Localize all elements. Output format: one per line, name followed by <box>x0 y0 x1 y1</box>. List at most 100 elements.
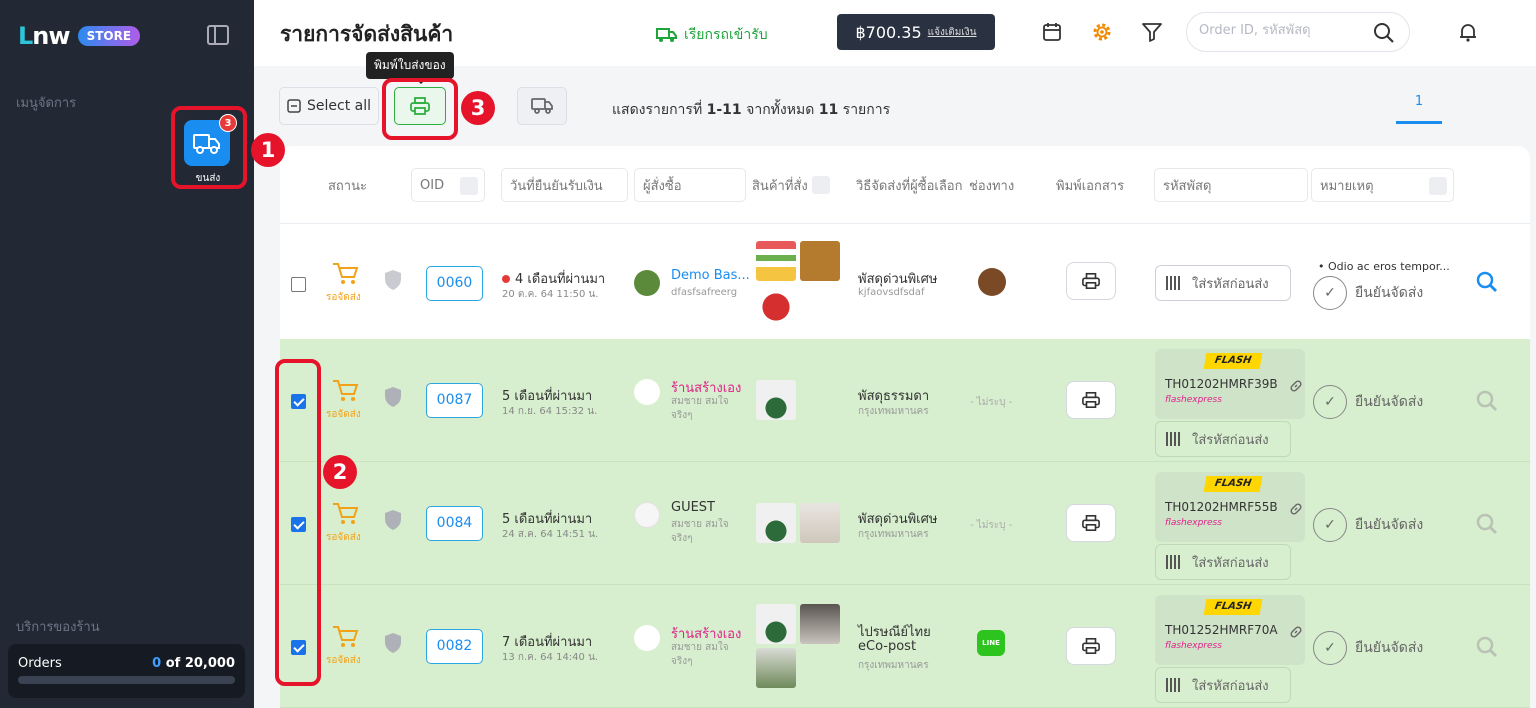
product-thumb[interactable] <box>756 380 796 420</box>
sort-icon <box>812 176 830 194</box>
select-all-label: Select all <box>307 98 371 114</box>
row-checkbox[interactable] <box>291 277 306 292</box>
enter-tracking-button[interactable]: ใส่รหัสก่อนส่ง <box>1155 667 1291 703</box>
col-buyer[interactable]: ผู้สั่งซื้อ <box>634 168 746 202</box>
order-id[interactable]: 0082 <box>426 629 483 664</box>
topup-link[interactable]: แจ้งเติมเงิน <box>928 25 977 40</box>
status-text: รอจัดส่ง <box>326 292 361 303</box>
enter-tracking-label: ใส่รหัสก่อนส่ง <box>1192 678 1269 694</box>
gear-icon[interactable] <box>1090 20 1114 44</box>
page-number[interactable]: 1 <box>1396 94 1442 109</box>
tracking-card: FLASH TH01252HMRF70A flashexpress <box>1155 595 1305 665</box>
print-tooltip: พิมพ์ใบส่งของ <box>366 52 454 84</box>
sort-icon <box>1429 177 1447 195</box>
highlight-checkboxes <box>275 359 321 686</box>
line-app-icon: LINE <box>977 630 1005 656</box>
confirm-shipment-button[interactable]: ✓ ยืนยันจัดส่ง <box>1313 276 1423 310</box>
order-id[interactable]: 0087 <box>426 383 483 418</box>
table-header: สถานะ OID วันที่ยืนยันรับเงิน ผู้สั่งซื้… <box>280 146 1530 224</box>
status-text: รอจัดส่ง <box>326 532 361 543</box>
buyer-sub: สมชาย สมใจจริงๆ <box>671 519 729 544</box>
logo-store-badge: STORE <box>77 26 141 46</box>
request-pickup-button[interactable]: เรียกรถเข้ารับ <box>656 24 768 46</box>
showing-mid: จากทั้งหมด <box>746 102 815 118</box>
magnifier-icon[interactable] <box>1475 635 1499 659</box>
bell-icon[interactable] <box>1456 20 1480 44</box>
confirm-shipment-button[interactable]: ✓ ยืนยันจัดส่ง <box>1313 385 1423 419</box>
balance-amount: ฿700.35 <box>855 22 922 42</box>
print-document-button[interactable] <box>1066 504 1116 542</box>
panel-toggle-icon[interactable] <box>207 25 229 45</box>
cart-icon <box>333 503 359 524</box>
table-row[interactable]: รอจัดส่ง 0087 5 เดือนที่ผ่านมา 14 ก.ย. 6… <box>280 339 1530 462</box>
print-document-button[interactable] <box>1066 262 1116 300</box>
product-thumb[interactable] <box>756 285 796 325</box>
print-document-button[interactable] <box>1066 627 1116 665</box>
cart-icon <box>333 626 359 647</box>
search-icon[interactable] <box>1373 22 1395 44</box>
buyer-name[interactable]: Demo Bas... <box>671 268 750 283</box>
calendar-icon[interactable] <box>1040 20 1064 44</box>
col-products[interactable]: สินค้าที่สั่ง <box>752 168 836 202</box>
product-thumb[interactable] <box>756 241 796 281</box>
link-icon[interactable] <box>1289 379 1303 393</box>
magnifier-icon[interactable] <box>1475 512 1499 536</box>
showing-total: 11 <box>818 102 839 118</box>
print-document-button[interactable] <box>1066 381 1116 419</box>
buyer-sub: dfasfsafreerg <box>671 287 738 298</box>
order-note: • Odio ac eros tempor... <box>1318 260 1450 273</box>
check-icon: ✓ <box>1313 631 1347 665</box>
step-number-1: 1 <box>251 133 285 167</box>
order-id[interactable]: 0084 <box>426 506 483 541</box>
check-icon: ✓ <box>1313 385 1347 419</box>
highlight-shipping-menu <box>171 106 247 189</box>
confirm-shipment-button[interactable]: ✓ ยืนยันจัดส่ง <box>1313 631 1423 665</box>
buyer-name[interactable]: GUEST <box>671 500 715 515</box>
tracking-number[interactable]: TH01252HMRF70A <box>1165 623 1278 637</box>
enter-tracking-button[interactable]: ใส่รหัสก่อนส่ง <box>1155 544 1291 580</box>
confirm-shipment-label: ยืนยันจัดส่ง <box>1355 394 1424 410</box>
table-row[interactable]: รอจัดส่ง 0060 4 เดือนที่ผ่านมา 20 ต.ค. 6… <box>280 224 1530 347</box>
magnifier-icon[interactable] <box>1475 270 1499 294</box>
orders-table: สถานะ OID วันที่ยืนยันรับเงิน ผู้สั่งซื้… <box>280 146 1530 708</box>
shield-icon <box>385 633 401 653</box>
buyer-sub: สมชาย สมใจจริงๆ <box>671 642 729 667</box>
table-row[interactable]: รอจัดส่ง 0084 5 เดือนที่ผ่านมา 24 ส.ค. 6… <box>280 462 1530 585</box>
col-note[interactable]: หมายเหตุ <box>1311 168 1454 202</box>
link-icon[interactable] <box>1289 625 1303 639</box>
enter-tracking-label: ใส่รหัสก่อนส่ง <box>1192 432 1269 448</box>
tracking-number[interactable]: TH01202HMRF39B <box>1165 377 1278 391</box>
product-thumb[interactable] <box>800 604 840 644</box>
col-tracking[interactable]: รหัสพัสดุ <box>1154 168 1308 202</box>
tracking-number[interactable]: TH01202HMRF55B <box>1165 500 1278 514</box>
col-paid-date[interactable]: วันที่ยืนยันรับเงิน <box>501 168 628 202</box>
link-icon[interactable] <box>1289 502 1303 516</box>
product-thumb[interactable] <box>756 648 796 688</box>
step-number-3: 3 <box>461 91 495 125</box>
confirm-shipment-button[interactable]: ✓ ยืนยันจัดส่ง <box>1313 508 1423 542</box>
order-id[interactable]: 0060 <box>426 266 483 301</box>
enter-tracking-button[interactable]: ใส่รหัสก่อนส่ง <box>1155 421 1291 457</box>
col-buyer-label: ผู้สั่งซื้อ <box>643 178 682 194</box>
bulk-ship-button[interactable] <box>517 87 567 125</box>
product-thumb[interactable] <box>756 503 796 543</box>
magnifier-icon[interactable] <box>1475 389 1499 413</box>
carrier-logo: FLASH <box>1203 353 1263 369</box>
product-thumb[interactable] <box>800 503 840 543</box>
product-thumb[interactable] <box>756 604 796 644</box>
enter-tracking-button[interactable]: ใส่รหัสก่อนส่ง <box>1155 265 1291 301</box>
filter-icon[interactable] <box>1140 20 1164 44</box>
table-row[interactable]: รอจัดส่ง 0082 7 เดือนที่ผ่านมา 13 ก.ค. 6… <box>280 585 1530 708</box>
col-ship-method: วิธีจัดส่งที่ผู้ซื้อเลือก <box>856 178 963 194</box>
printer-icon <box>1082 637 1100 655</box>
shield-icon <box>385 510 401 530</box>
enter-tracking-label: ใส่รหัสก่อนส่ง <box>1192 555 1269 571</box>
select-all-button[interactable]: Select all <box>279 87 379 125</box>
col-oid[interactable]: OID <box>411 168 485 202</box>
order-note-text: Odio ac eros tempor... <box>1328 260 1450 273</box>
product-thumb[interactable] <box>800 241 840 281</box>
search-input[interactable] <box>1199 23 1369 38</box>
buyer-sub: สมชาย สมใจจริงๆ <box>671 396 729 421</box>
paid-date-full: 14 ก.ย. 64 15:32 น. <box>502 406 598 417</box>
brand-logo[interactable]: Lnw STORE <box>18 22 141 50</box>
